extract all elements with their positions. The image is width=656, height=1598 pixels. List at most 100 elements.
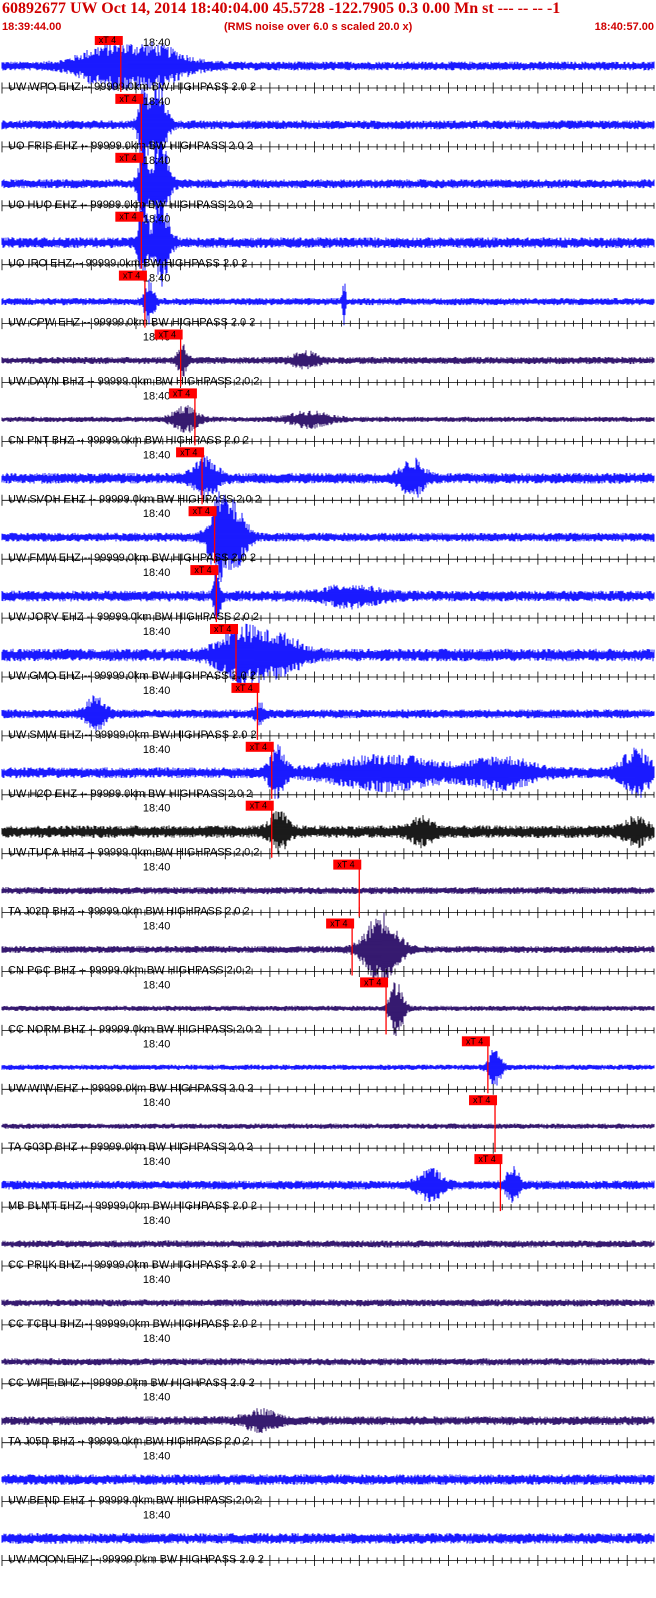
- start-time: 18:39:44.00: [2, 21, 62, 33]
- trace-row: CC NORM BHZ -- 99999.0km BW HIGHPASS 2.0…: [1, 977, 655, 1036]
- time-label: 18:40: [143, 979, 171, 991]
- station-label: CC WIFE BHZ -- 99999.0km BW HIGHPASS 2.0…: [8, 1377, 255, 1389]
- station-label: CN PNT BHZ -- 99999.0km BW HIGHPASS 2.0 …: [8, 434, 249, 446]
- station-label: CN PGC BHZ -- 99999.0km BW HIGHPASS 2.0 …: [8, 965, 251, 977]
- pick-label: xT 4: [193, 506, 210, 516]
- waveform-trace: [1, 1166, 655, 1203]
- waveform-trace: [1, 344, 655, 378]
- station-label: TA J02D BHZ -- 99999.0km BW HIGHPASS 2.0…: [8, 906, 250, 918]
- trace-row: TA J02D BHZ -- 99999.0km BW HIGHPASS 2.0…: [1, 859, 655, 919]
- time-label: 18:40: [143, 1333, 171, 1345]
- time-label: 18:40: [143, 508, 171, 520]
- pick-label: xT 4: [119, 212, 136, 222]
- waveform-trace: [1, 1358, 655, 1366]
- time-label: 18:40: [143, 1215, 171, 1227]
- station-label: CC TCBU BHZ -- 99999.0km BW HIGHPASS 2.0…: [8, 1318, 257, 1330]
- time-label: 18:40: [143, 1392, 171, 1404]
- time-label: 18:40: [143, 1274, 171, 1286]
- trace-row: TA J05D BHZ -- 99999.0km BW HIGHPASS 2.0…: [1, 1392, 655, 1449]
- trace-row: UW TUCA HHZ -- 99999.0km BW HIGHPASS 2.0…: [1, 800, 655, 860]
- waveform-trace: [1, 405, 655, 433]
- time-label: 18:40: [143, 96, 171, 108]
- trace-row: UO FRIS EHZ -- 99999.0km BW HIGHPASS 2.0…: [1, 82, 655, 167]
- station-label: UO HUO EHZ -- 99999.0km BW HIGHPASS 2.0 …: [8, 199, 252, 211]
- waveform-trace: [1, 1299, 655, 1307]
- station-label: UW WPO EHZ -- 99999.0km BW HIGHPASS 2.0 …: [8, 81, 256, 93]
- waveform-trace: [1, 1408, 655, 1433]
- station-label: UW WIW EHZ -- 99999.0km BW HIGHPASS 2.0 …: [8, 1082, 254, 1094]
- waveform-trace: [1, 887, 655, 895]
- time-label: 18:40: [143, 744, 171, 756]
- waveform-trace: [1, 143, 655, 225]
- station-label: UW DAVN BHZ -- 99999.0km BW HIGHPASS 2.0…: [8, 376, 259, 388]
- station-label: UO FRIS EHZ -- 99999.0km BW HIGHPASS 2.0…: [8, 140, 253, 152]
- rms-note: (RMS noise over 6.0 s scaled 20.0 x): [224, 21, 413, 33]
- trace-row: UO HUO EHZ -- 99999.0km BW HIGHPASS 2.0 …: [1, 143, 655, 225]
- station-label: UW JORV EHZ -- 99999.0km BW HIGHPASS 2.0…: [8, 611, 259, 623]
- pick-label: xT 4: [123, 271, 140, 281]
- waveform-trace: [1, 1050, 655, 1086]
- pick-label: xT 4: [364, 977, 381, 987]
- pick-label: xT 4: [473, 1095, 490, 1105]
- station-label: UW TUCA HHZ -- 99999.0km BW HIGHPASS 2.0…: [8, 847, 259, 859]
- time-label: 18:40: [143, 685, 171, 697]
- waveform-trace: [1, 82, 655, 167]
- pick-label: xT 4: [194, 565, 211, 575]
- pick-label: xT 4: [99, 36, 116, 45]
- trace-row: UW BEND EHZ -- 99999.0km BW HIGHPASS 2.0…: [1, 1451, 655, 1508]
- station-label: UW BEND EHZ -- 99999.0km BW HIGHPASS 2.0…: [8, 1495, 260, 1507]
- trace-row: UW H2O EHZ -- 99999.0km BW HIGHPASS 2.0 …: [1, 741, 655, 801]
- trace-row: UW CPW EHZ -- 99999.0km BW HIGHPASS 2.0 …: [1, 270, 655, 330]
- station-label: UO IRO EHZ -- 99999.0km BW HIGHPASS 2.0 …: [8, 258, 247, 270]
- pick-label: xT 4: [173, 388, 190, 398]
- time-label: 18:40: [143, 449, 171, 461]
- header: 60892677 UW Oct 14, 2014 18:40:04.00 45.…: [0, 0, 656, 36]
- station-label: UW CPW EHZ -- 99999.0km BW HIGHPASS 2.0 …: [8, 317, 255, 329]
- time-label: 18:40: [143, 921, 171, 933]
- trace-row: CC TCBU BHZ -- 99999.0km BW HIGHPASS 2.0…: [1, 1274, 655, 1331]
- seismogram-plot: UW WPO EHZ -- 99999.0km BW HIGHPASS 2.0 …: [1, 36, 655, 1566]
- pick-label: xT 4: [235, 683, 252, 693]
- time-label: 18:40: [143, 273, 171, 285]
- time-label: 18:40: [143, 37, 171, 49]
- time-label: 18:40: [143, 626, 171, 638]
- trace-row: UW MOON EHZ -- 99999.0km BW HIGHPASS 2.0…: [1, 1510, 655, 1566]
- trace-row: UW GMO EHZ -- 99999.0km BW HIGHPASS 2.0 …: [1, 623, 655, 686]
- trace-row: UW WIW EHZ -- 99999.0km BW HIGHPASS 2.0 …: [1, 1036, 655, 1095]
- trace-row: CN PGC BHZ -- 99999.0km BW HIGHPASS 2.0 …: [1, 912, 655, 988]
- time-label: 18:40: [143, 390, 171, 402]
- time-label: 18:40: [143, 567, 171, 579]
- time-label: 18:40: [143, 862, 171, 874]
- time-label: 18:40: [143, 1156, 171, 1168]
- trace-row: UW WPO EHZ -- 99999.0km BW HIGHPASS 2.0 …: [1, 36, 655, 94]
- time-label: 18:40: [143, 155, 171, 167]
- pick-label: xT 4: [214, 624, 231, 634]
- station-label: TA G03D BHZ -- 99999.0km BW HIGHPASS 2.0…: [8, 1141, 253, 1153]
- trace-row: MB BLMT EHZ -- 99999.0km BW HIGHPASS 2.0…: [1, 1154, 655, 1213]
- pick-label: xT 4: [478, 1154, 495, 1164]
- trace-row: CC PRLK BHZ -- 99999.0km BW HIGHPASS 2.0…: [1, 1215, 655, 1272]
- waveform-trace: [1, 695, 655, 731]
- time-label: 18:40: [143, 1510, 171, 1522]
- trace-row: UW SMW EHZ -- 99999.0km BW HIGHPASS 2.0 …: [1, 682, 655, 742]
- pick-label: xT 4: [330, 919, 347, 929]
- station-label: CC NORM BHZ -- 99999.0km BW HIGHPASS 2.0…: [8, 1023, 261, 1035]
- station-label: CC PRLK BHZ -- 99999.0km BW HIGHPASS 2.0…: [8, 1259, 256, 1271]
- time-label: 18:40: [143, 803, 171, 815]
- station-label: UW FMW EHZ -- 99999.0km BW HIGHPASS 2.0 …: [8, 552, 256, 564]
- pick-label: xT 4: [119, 153, 136, 163]
- end-time: 18:40:57.00: [594, 21, 654, 33]
- pick-label: xT 4: [337, 860, 354, 870]
- trace-row: CN PNT BHZ -- 99999.0km BW HIGHPASS 2.0 …: [1, 388, 655, 447]
- pick-label: xT 4: [250, 801, 267, 811]
- pick-label: xT 4: [180, 447, 197, 457]
- trace-row: UW JORV EHZ -- 99999.0km BW HIGHPASS 2.0…: [1, 565, 655, 624]
- station-label: UW GMO EHZ -- 99999.0km BW HIGHPASS 2.0 …: [8, 670, 256, 682]
- time-label: 18:40: [143, 1038, 171, 1050]
- trace-row: CC WIFE BHZ -- 99999.0km BW HIGHPASS 2.0…: [1, 1333, 655, 1390]
- waveform-trace: [1, 1123, 655, 1129]
- waveform-trace: [1, 1474, 655, 1485]
- pick-label: xT 4: [159, 330, 176, 340]
- trace-row: TA G03D BHZ -- 99999.0km BW HIGHPASS 2.0…: [1, 1095, 655, 1154]
- pick-label: xT 4: [250, 742, 267, 752]
